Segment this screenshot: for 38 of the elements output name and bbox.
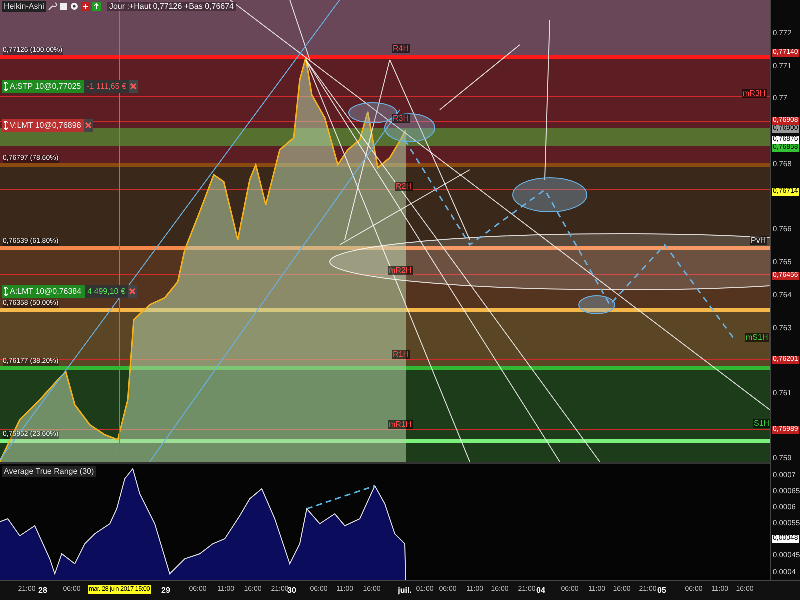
order-profit-loss: -1 111,65 € [84,80,130,93]
pivot-label: R4H [392,44,410,53]
double-arrow-icon[interactable] [4,121,8,130]
order-tag[interactable]: A:STP 10@0,77025 [2,80,84,93]
pivot-label: mR1H [388,420,413,429]
pivot-label: R3H [392,114,410,123]
pivot-label: PvH [750,236,768,245]
double-arrow-icon[interactable] [4,82,8,91]
time-label: 29 [162,586,170,595]
time-label: 05 [658,586,666,595]
pivot-label: R2H [395,182,414,191]
close-button[interactable] [84,119,94,132]
order-tag[interactable]: A:LMT 10@0,76384 [2,285,85,298]
close-button[interactable] [128,285,138,298]
order-tag[interactable]: V:LMT 10@0,76898 [2,119,84,132]
chart-type-label[interactable]: Heikin-Ashi [2,1,46,12]
window-icon[interactable] [59,2,68,11]
dashed-trend-line [306,485,376,510]
time-label: 28 [38,586,48,595]
close-button[interactable] [129,80,138,93]
day-range-text: Jour :+Haut 0,77126 +Bas 0,76674 [107,2,236,11]
wrench-icon[interactable] [48,2,58,11]
double-arrow-icon[interactable] [4,287,8,296]
plus-icon[interactable] [81,2,90,11]
time-label: 30 [288,586,296,595]
indicator-title: Average True Range (30) [2,466,96,477]
pivot-label: mS1H [745,333,770,342]
pivot-label: R1H [392,350,410,359]
pivot-label: S1H [753,419,770,428]
ellipse-marker [384,114,436,142]
settings-icon[interactable] [70,2,80,11]
pivot-label: mR2H [388,266,413,275]
time-label: juil. [398,586,412,595]
arrow-icon[interactable] [92,2,102,11]
order-profit-loss: 4 499,10 € [84,285,128,298]
ellipse-marker [578,296,616,314]
time-label: 04 [536,586,546,595]
pivot-label: mR3H [742,89,767,98]
